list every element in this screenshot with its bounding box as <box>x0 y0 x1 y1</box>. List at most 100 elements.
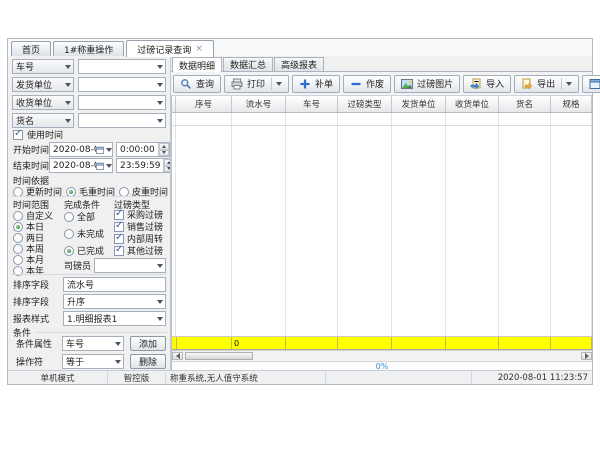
delete-condition-button[interactable]: 删除 <box>130 354 166 369</box>
report-style-select[interactable]: 1.明细报表1 <box>63 311 166 326</box>
goods-value-select[interactable] <box>78 113 166 128</box>
status-mode: 单机模式 <box>8 371 108 384</box>
weigher-select[interactable] <box>94 258 166 273</box>
sort-field-row: 排序字段 流水号 <box>13 277 166 292</box>
scroll-right-button[interactable] <box>581 352 592 360</box>
tab-home[interactable]: 首页 <box>11 41 51 56</box>
print-button[interactable]: 打印 <box>224 75 289 93</box>
vehicle-field-select[interactable]: 车号 <box>12 59 74 74</box>
checkbox-icon <box>114 246 124 256</box>
start-date-picker[interactable]: 2020-08-01 <box>49 142 113 157</box>
chevron-down-icon <box>154 259 165 272</box>
query-button[interactable]: 查询 <box>173 75 221 93</box>
summary-count: 0 <box>232 337 286 349</box>
supplement-order-button[interactable]: 补单 <box>292 75 340 93</box>
printer-icon <box>231 78 243 90</box>
sort-field-input[interactable]: 流水号 <box>63 277 166 292</box>
col-header-weigh-type[interactable]: 过磅类型 <box>338 96 392 112</box>
import-button[interactable]: 导入 <box>463 75 511 93</box>
grid-body[interactable] <box>172 126 592 336</box>
calendar-icon <box>96 159 112 172</box>
spinner-buttons[interactable] <box>163 159 171 172</box>
radio-icon <box>64 246 74 256</box>
minus-icon <box>350 78 362 90</box>
receiver-value-select[interactable] <box>78 95 166 110</box>
tab-weighing-operation[interactable]: 1#称重操作 <box>53 41 124 56</box>
radio-icon <box>13 222 23 232</box>
radio-icon <box>13 233 23 243</box>
checkbox-icon <box>114 210 124 220</box>
filter-sidebar: 车号 发货单位 收货单位 <box>8 56 171 371</box>
col-header-goods[interactable]: 货名 <box>499 96 551 112</box>
col-header-seq[interactable]: 序号 <box>176 96 232 112</box>
start-time-spinner[interactable]: 0:00:00 <box>116 142 170 157</box>
tab-weigh-record-query-label: 过磅记录查询 <box>137 43 191 56</box>
vehicle-field-label: 车号 <box>13 60 62 73</box>
chevron-down-icon <box>154 96 165 109</box>
chevron-down-icon <box>566 82 572 86</box>
tab-data-detail[interactable]: 数据明细 <box>172 57 222 72</box>
col-header-spec[interactable]: 规格 <box>551 96 592 112</box>
col-header-receiver[interactable]: 收货单位 <box>446 96 499 112</box>
tab-home-label: 首页 <box>22 43 40 56</box>
condition-attr-row: 条件属性 车号 添加 <box>16 336 166 351</box>
tab-weigh-record-query[interactable]: 过磅记录查询 × <box>126 40 214 57</box>
tab-data-summary[interactable]: 数据汇总 <box>223 57 273 71</box>
report-style-row: 报表样式 1.明细报表1 <box>13 311 166 326</box>
scrollbar-thumb[interactable] <box>185 352 253 360</box>
grid-empty-row[interactable] <box>172 113 592 126</box>
data-grid: 序号 流水号 车号 过磅类型 发货单位 收货单位 货名 规格 <box>171 96 592 371</box>
void-button[interactable]: 作废 <box>343 75 391 93</box>
horizontal-scrollbar[interactable] <box>172 350 592 361</box>
settings-button[interactable]: 设置 <box>582 75 600 93</box>
status-spacer <box>326 371 472 384</box>
radio-unfinished[interactable]: 未完成 <box>64 227 104 240</box>
radio-icon <box>13 244 23 254</box>
shipper-field-select[interactable]: 发货单位 <box>12 77 74 92</box>
radio-all[interactable]: 全部 <box>64 210 95 223</box>
spinner-buttons[interactable] <box>158 143 169 156</box>
chevron-down-icon <box>62 60 73 73</box>
sort-order-label: 排序字段 <box>13 295 63 308</box>
filter-row-receiver: 收货单位 <box>12 95 166 110</box>
magnifier-icon <box>180 78 192 90</box>
goods-field-select[interactable]: 货名 <box>12 113 74 128</box>
radio-icon <box>13 255 23 265</box>
report-style-label: 报表样式 <box>13 312 63 325</box>
chevron-down-icon <box>154 78 165 91</box>
col-header-shipper[interactable]: 发货单位 <box>392 96 446 112</box>
col-header-vehicle[interactable]: 车号 <box>286 96 338 112</box>
radio-icon <box>119 187 129 197</box>
radio-finished[interactable]: 已完成 <box>64 244 104 257</box>
export-button[interactable]: 导出 <box>514 75 579 93</box>
condition-op-select[interactable]: 等于 <box>62 354 124 369</box>
use-time-checkbox[interactable]: 使用时间 <box>13 128 63 141</box>
shipper-value-select[interactable] <box>78 77 166 92</box>
weigh-image-button[interactable]: 过磅图片 <box>394 75 460 93</box>
page-arrow-in-icon <box>470 78 482 90</box>
end-time-spinner[interactable]: 23:59:59 <box>116 158 171 173</box>
status-bar: 单机模式 智控版 称重系统,无人值守系统 2020-08-01 11:23:57 <box>8 370 592 384</box>
scroll-left-button[interactable] <box>172 352 183 360</box>
checkbox-other-weigh[interactable]: 其他过磅 <box>114 244 163 257</box>
calendar-icon <box>96 143 112 156</box>
radio-this-year[interactable]: 本年 <box>13 264 44 277</box>
result-panel: 数据明细 数据汇总 高级报表 查询 打印 补单 <box>171 56 592 371</box>
filter-row-shipper: 发货单位 <box>12 77 166 92</box>
condition-attr-select[interactable]: 车号 <box>62 336 124 351</box>
receiver-field-select[interactable]: 收货单位 <box>12 95 74 110</box>
sort-field-label: 排序字段 <box>13 278 63 291</box>
sort-order-select[interactable]: 升序 <box>63 294 166 309</box>
receiver-field-label: 收货单位 <box>13 96 62 109</box>
chevron-down-icon <box>154 60 165 73</box>
end-date-picker[interactable]: 2020-08-01 <box>49 158 113 173</box>
vehicle-value-select[interactable] <box>78 59 166 74</box>
divider <box>11 196 167 197</box>
picture-icon <box>401 78 413 90</box>
add-condition-button[interactable]: 添加 <box>130 336 166 351</box>
radio-icon <box>66 187 76 197</box>
col-header-serial[interactable]: 流水号 <box>232 96 286 112</box>
close-tab-icon[interactable]: × <box>195 45 203 54</box>
plus-icon <box>299 78 311 90</box>
tab-advanced-report[interactable]: 高级报表 <box>274 57 324 71</box>
